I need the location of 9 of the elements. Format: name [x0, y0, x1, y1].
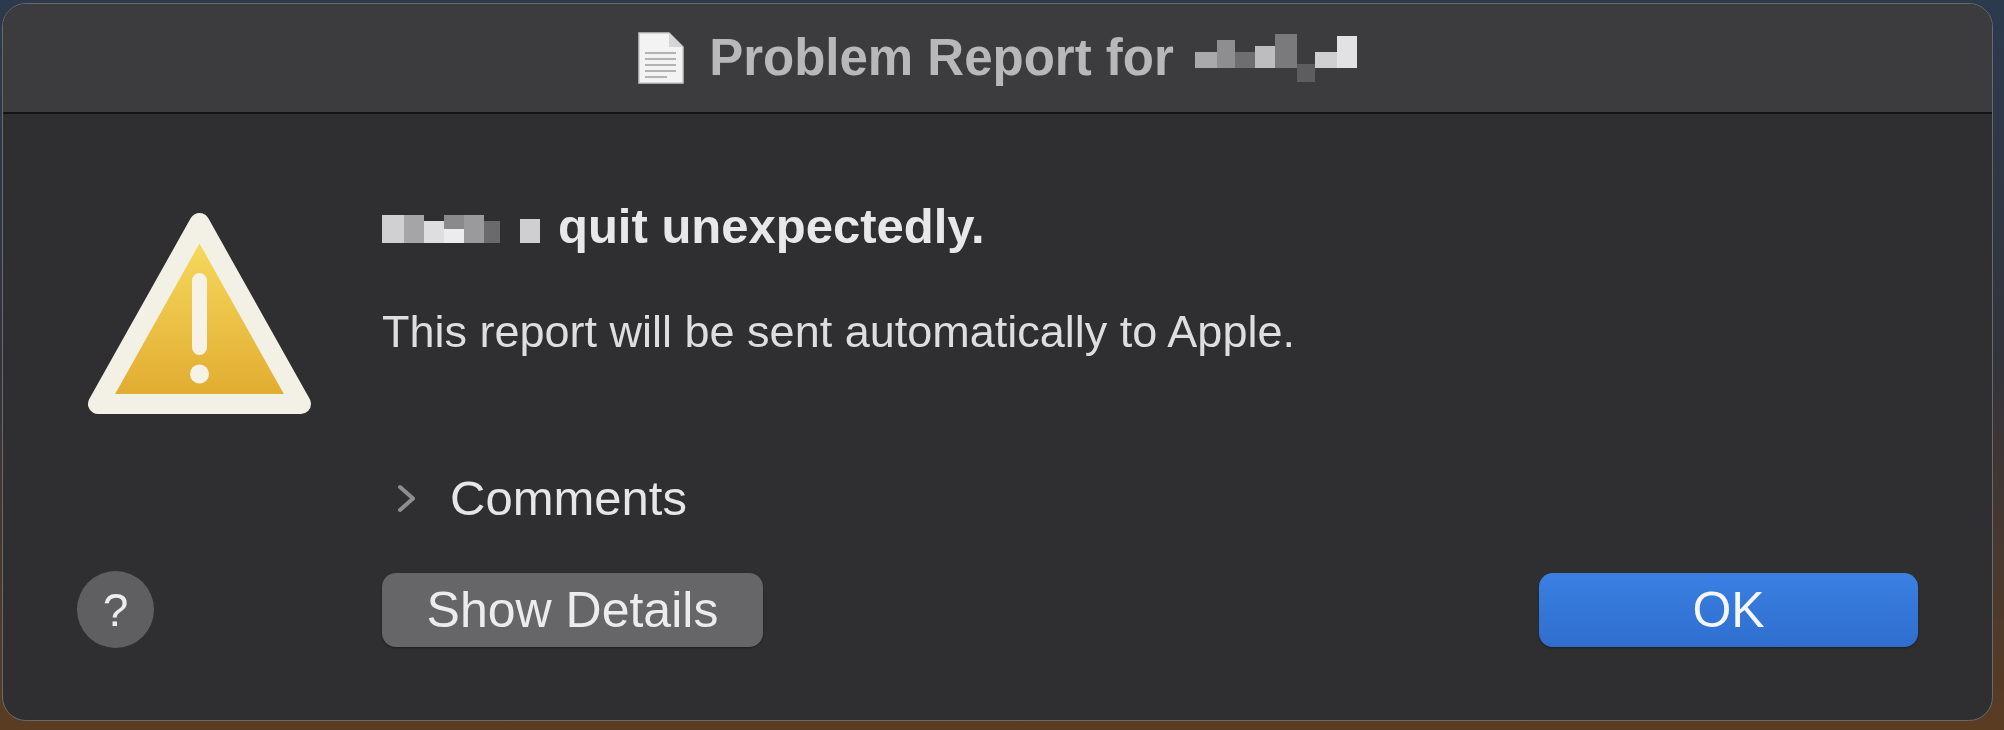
comments-disclosure[interactable]: Comments: [396, 469, 687, 527]
ok-button[interactable]: OK: [1539, 572, 1918, 647]
warning-icon: [87, 211, 312, 415]
document-icon: [638, 32, 685, 84]
help-button[interactable]: ?: [77, 571, 154, 648]
alert-message: This report will be sent automatically to Apple.: [382, 305, 1295, 359]
window-title: Problem Report for: [709, 28, 1174, 88]
show-details-button[interactable]: Show Details: [382, 572, 763, 647]
alert-heading: quit unexpectedly.: [558, 198, 985, 255]
